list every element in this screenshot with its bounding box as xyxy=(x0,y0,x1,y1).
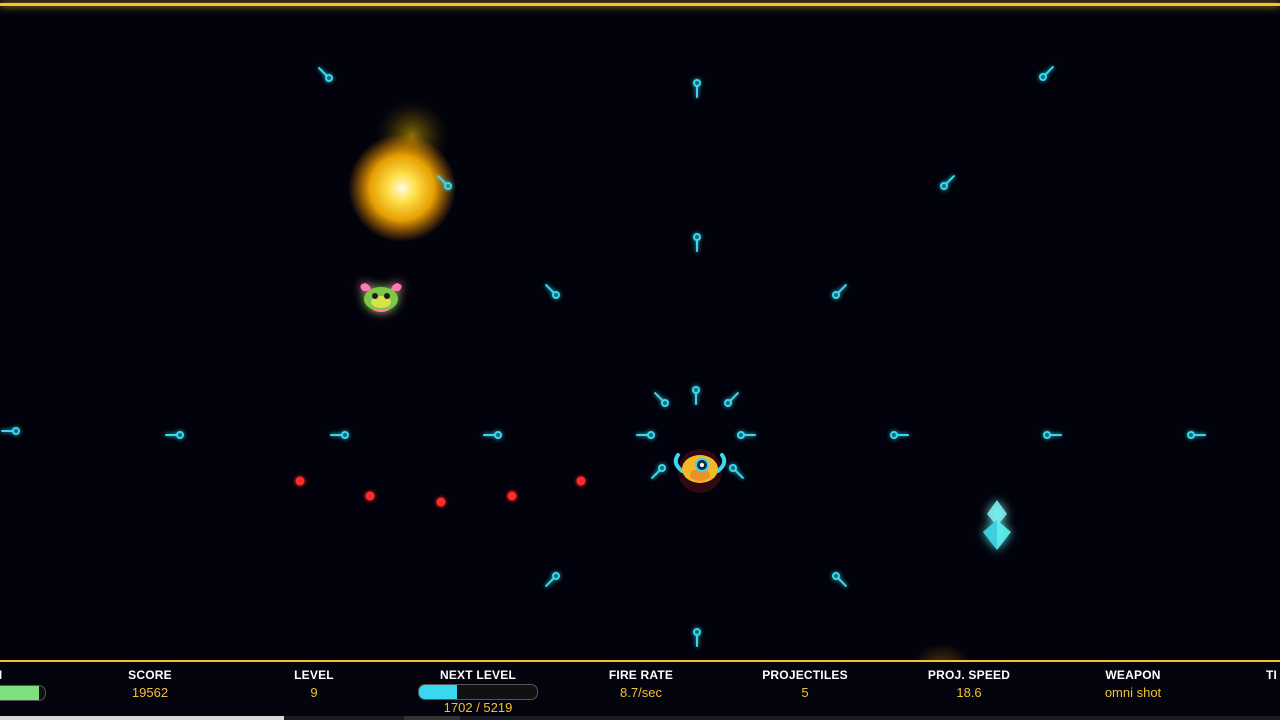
hud-proj-speed-label: PROJ. SPEED xyxy=(927,668,1011,682)
scrollbar-track-segment xyxy=(404,716,460,720)
projectile xyxy=(729,464,744,479)
enemy-bullets xyxy=(295,476,586,507)
projectile xyxy=(693,79,701,98)
enemy-bullet xyxy=(507,491,517,501)
enemy-bullet xyxy=(576,476,586,486)
projectile xyxy=(832,284,847,299)
hud-health-value: 80 xyxy=(0,701,48,716)
player-ship-icon[interactable] xyxy=(673,449,727,493)
projectile xyxy=(545,572,560,587)
hud-bar: TH 80 SCORE 19562 LEVEL 9 NEXT LEVEL 170… xyxy=(0,660,1280,720)
projectile xyxy=(724,392,739,407)
hud-next-level-value: 1702 / 5219 xyxy=(443,700,513,715)
projectile xyxy=(890,431,909,439)
projectile xyxy=(1043,431,1062,439)
projectile xyxy=(1187,431,1206,439)
projectile xyxy=(651,464,666,479)
enemy-bullet xyxy=(295,476,305,486)
window-scrollbar[interactable] xyxy=(0,716,1280,720)
arena-top-border xyxy=(0,3,1280,6)
hud-weapon-label: WEAPON xyxy=(1105,668,1161,682)
projectile xyxy=(654,392,669,407)
projectile xyxy=(636,431,655,439)
projectile xyxy=(318,67,333,82)
hud-weapon-value: omni shot xyxy=(1104,685,1162,700)
hud-weapon: WEAPON omni shot xyxy=(1073,668,1193,700)
player-projectiles xyxy=(1,66,1206,647)
projectile xyxy=(832,572,847,587)
hud-fire-rate-value: 8.7/sec xyxy=(620,685,662,700)
hud-level-label: LEVEL xyxy=(294,668,334,682)
projectile xyxy=(1,427,20,435)
hud-proj-speed: PROJ. SPEED 18.6 xyxy=(909,668,1029,700)
xp-crystal-icon[interactable] xyxy=(983,500,1011,550)
explosion-remnant-icon xyxy=(913,643,971,660)
hud-health: TH 80 xyxy=(0,668,48,716)
health-bar-fill xyxy=(0,686,40,700)
hud-projectiles: PROJECTILES 5 xyxy=(745,668,865,700)
green-crab-enemy-icon[interactable] xyxy=(360,283,402,312)
hud-proj-speed-value: 18.6 xyxy=(956,685,982,700)
projectile xyxy=(165,431,184,439)
projectile xyxy=(692,386,700,405)
hud-fire-rate: FIRE RATE 8.7/sec xyxy=(581,668,701,700)
hud-projectiles-value: 5 xyxy=(801,685,809,700)
projectile xyxy=(693,233,701,252)
hud-score-label: SCORE xyxy=(128,668,172,682)
hud-score-value: 19562 xyxy=(131,685,169,700)
hud-time: TI xyxy=(1266,668,1280,682)
enemy-bullet xyxy=(436,497,446,507)
hud-score: SCORE 19562 xyxy=(100,668,200,700)
explosion-icon xyxy=(348,100,456,242)
projectile xyxy=(940,175,955,190)
xp-progress-fill xyxy=(419,685,458,699)
hud-next-level: NEXT LEVEL 1702 / 5219 xyxy=(418,668,538,715)
hud-next-level-label: NEXT LEVEL xyxy=(439,668,516,682)
scrollbar-thumb[interactable] xyxy=(0,716,284,720)
health-bar xyxy=(0,685,46,701)
projectile xyxy=(545,284,560,299)
projectile xyxy=(693,628,701,647)
hud-projectiles-label: PROJECTILES xyxy=(762,668,848,682)
hud-health-label: TH xyxy=(0,668,48,682)
projectile xyxy=(737,431,756,439)
projectile xyxy=(483,431,502,439)
hud-level: LEVEL 9 xyxy=(264,668,364,700)
enemy-bullet xyxy=(365,491,375,501)
hud-time-label: TI xyxy=(1266,668,1278,682)
projectile xyxy=(1039,66,1054,81)
xp-progress-bar xyxy=(418,684,538,700)
projectile xyxy=(330,431,349,439)
hud-level-value: 9 xyxy=(310,685,318,700)
hud-fire-rate-label: FIRE RATE xyxy=(608,668,674,682)
game-arena[interactable] xyxy=(0,0,1280,660)
